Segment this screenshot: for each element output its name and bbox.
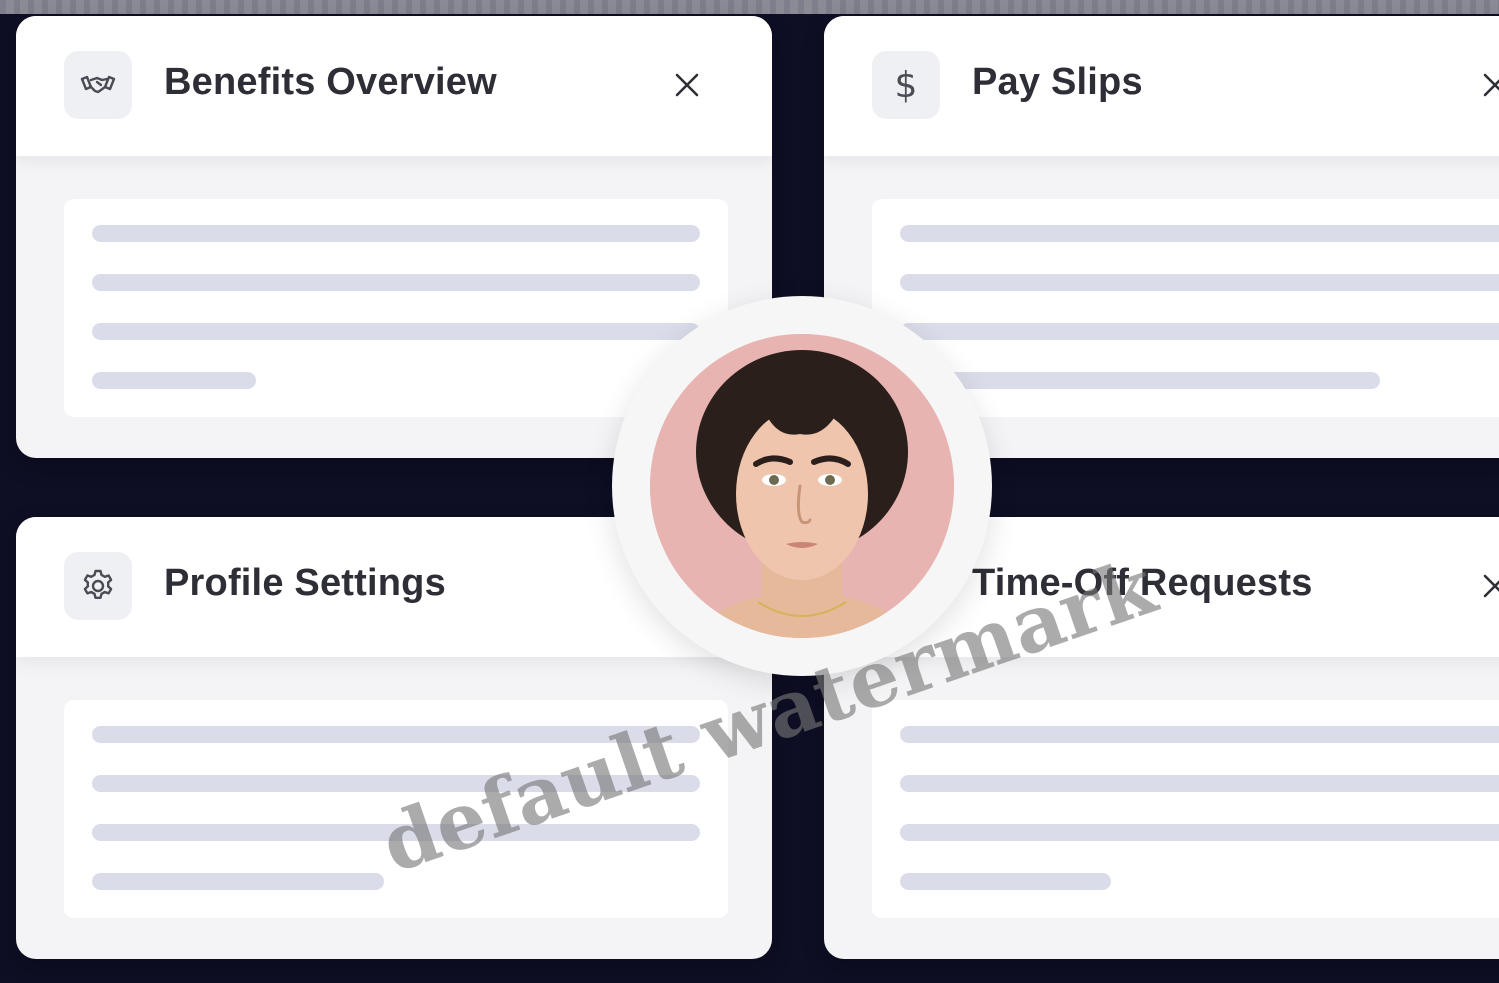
skeleton-line [92,274,700,291]
close-button[interactable] [1476,66,1499,104]
skeleton-line [900,726,1499,743]
skeleton-line [92,873,384,890]
skeleton-line [900,372,1380,389]
skeleton-line [900,824,1499,841]
avatar-ring [612,296,992,676]
close-icon [1483,574,1499,598]
dollar-icon: $ [872,51,940,119]
close-icon [675,73,699,97]
skeleton-line [92,824,700,841]
skeleton-line [900,225,1499,242]
card-title: Benefits Overview [164,61,497,103]
skeleton-line [92,323,700,340]
skeleton-line [900,274,1499,291]
close-icon [1483,73,1499,97]
avatar [650,334,954,638]
card-title: Time-Off Requests [972,562,1313,604]
skeleton-line [92,372,256,389]
skeleton-line [92,775,700,792]
card-title: Pay Slips [972,61,1143,103]
skeleton-content [64,700,728,918]
gear-icon [64,552,132,620]
skeleton-line [900,775,1499,792]
close-button[interactable] [668,66,706,104]
skeleton-line [900,873,1111,890]
card-header: $ Pay Slips [824,16,1499,156]
skeleton-content [64,199,728,417]
top-edge-strip [0,0,1499,14]
handshake-icon [64,51,132,119]
skeleton-line [92,726,700,743]
card-title: Profile Settings [164,562,446,604]
skeleton-line [92,225,700,242]
skeleton-line [900,323,1499,340]
close-button[interactable] [1476,567,1499,605]
skeleton-content [872,199,1499,417]
card-header: Benefits Overview [16,16,772,156]
skeleton-content [872,700,1499,918]
